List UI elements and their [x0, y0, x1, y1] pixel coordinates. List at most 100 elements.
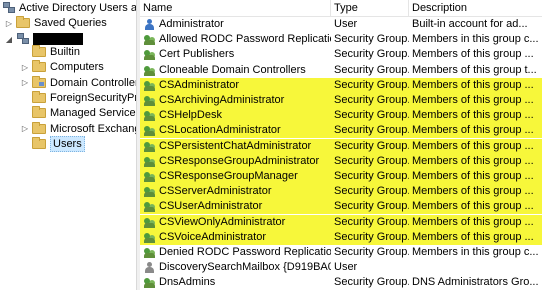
cell-name: CSAdministrator	[159, 78, 240, 91]
tree-item-label: Builtin	[50, 46, 80, 58]
list-header: Name Type Description	[140, 0, 542, 17]
folder-icon	[16, 16, 30, 28]
cell-type: Security Group...	[334, 94, 409, 106]
cell-type: Security Group...	[334, 48, 409, 61]
tree-item-label: Domain Controllers	[50, 76, 136, 89]
cell-name: CSHelpDesk	[159, 109, 222, 122]
list-item[interactable]: CSPersistentChatAdministrator Security Gr…	[140, 138, 542, 154]
group-icon	[144, 186, 156, 198]
tree-item-label: Saved Queries	[34, 17, 107, 29]
list-item[interactable]: CSServerAdministrator Security Group... Me…	[140, 184, 542, 200]
cell-name: Cloneable Domain Controllers	[159, 63, 306, 76]
cell-type: Security Group...	[334, 154, 409, 167]
cell-description: Members of this group ...	[412, 48, 534, 61]
cell-description	[412, 260, 542, 275]
group-icon	[144, 65, 156, 76]
expand-arrow-icon[interactable]: ▷	[20, 62, 30, 72]
expand-arrow-icon[interactable]: ▷	[20, 124, 30, 134]
cell-name: CSPersistentChatAdministrator	[159, 139, 312, 152]
list-item[interactable]: Cloneable Domain Controllers Security Gro…	[140, 63, 542, 78]
column-header-description[interactable]: Description	[409, 0, 542, 16]
list-item[interactable]: DiscoverySearchMailbox {D919BA05-4...Use…	[140, 260, 542, 275]
cell-name: CSLocationAdministrator	[159, 124, 281, 137]
cell-description: Members of this group ...	[412, 124, 534, 137]
cell-name: CSViewOnlyAdministrator	[159, 215, 286, 228]
collapse-arrow-icon[interactable]: ◢	[4, 34, 14, 44]
tree-item-users[interactable]: Users	[20, 135, 85, 152]
cell-name: CSResponseGroupManager	[159, 170, 298, 182]
tree-item-saved-queries[interactable]: ▷ Saved Queries	[4, 15, 107, 31]
cell-name: CSResponseGroupAdministrator	[159, 154, 320, 167]
group-icon	[144, 80, 156, 91]
mailbox-icon	[144, 262, 156, 274]
cell-name: DnsAdmins	[159, 276, 216, 289]
expand-arrow-icon[interactable]: ▷	[4, 18, 14, 28]
cell-type: Security Group...	[334, 124, 409, 137]
tree-item-computers[interactable]: ▷ Computers	[20, 59, 104, 75]
tree-item-foreignsecurityprinc[interactable]: ForeignSecurityPrinc	[20, 90, 136, 106]
folder-icon	[32, 121, 46, 134]
cell-description: Members of this group ...	[412, 139, 534, 152]
column-header-type[interactable]: Type	[331, 0, 409, 16]
cell-description: Members of this group ...	[412, 230, 534, 243]
list-item[interactable]: CSViewOnlyAdministrator Security Group...…	[140, 214, 542, 230]
cell-name: Cert Publishers	[159, 48, 235, 61]
folder-icon	[32, 45, 46, 57]
tree-root[interactable]: Active Directory Users and C	[2, 0, 136, 16]
group-icon	[144, 171, 156, 182]
organizational-unit-icon	[32, 75, 46, 88]
group-icon	[144, 156, 156, 167]
tree-item-microsoft-exchange[interactable]: ▷ Microsoft Exchange	[20, 121, 136, 137]
list-item[interactable]: CSVoiceAdministrator Security Group... Mem…	[140, 229, 542, 245]
group-icon	[144, 217, 156, 228]
folder-icon	[32, 60, 46, 73]
list-item[interactable]: Cert Publishers Security Group... Members …	[140, 47, 542, 62]
tree-item-managed-service-ac[interactable]: Managed Service Ac	[20, 105, 136, 121]
cell-description: Members in this group c...	[412, 246, 539, 258]
tree-item-domain-controllers[interactable]: ▷ Domain Controllers	[20, 75, 136, 91]
cell-description: Members in this group c...	[412, 33, 539, 46]
cell-type: Security Group...	[334, 215, 409, 228]
cell-type: User	[334, 18, 358, 30]
active-directory-icon	[2, 2, 15, 14]
list-item[interactable]: CSResponseGroupManager Security Group... M…	[140, 169, 542, 184]
cell-description: Members of this group ...	[412, 200, 534, 213]
cell-description: Members of this group ...	[412, 94, 534, 106]
cell-description: Members of this group ...	[412, 78, 534, 91]
list-item[interactable]: DnsAdmins Security Group... DNS Administra…	[140, 275, 542, 290]
group-icon	[144, 247, 156, 258]
cell-description: Members of this group ...	[412, 154, 534, 167]
cell-description: Members of this group ...	[412, 109, 534, 122]
group-icon	[144, 141, 156, 152]
cell-type: Security Group...	[334, 78, 409, 91]
cell-name: CSUserAdministrator	[159, 200, 263, 213]
list-item[interactable]: CSAdministrator Security Group... Members …	[140, 77, 542, 93]
group-icon	[144, 34, 156, 46]
expand-arrow-icon[interactable]: ▷	[20, 78, 30, 88]
list-item[interactable]: CSLocationAdministrator Security Group...…	[140, 123, 542, 139]
tree-root-label: Active Directory Users and C	[19, 2, 136, 14]
details-list: Name Type Description Administrator User B…	[140, 0, 542, 290]
cell-name: CSArchivingAdministrator	[159, 94, 285, 106]
list-item[interactable]: Administrator User Built-in account for ad…	[140, 17, 542, 32]
cell-description: DNS Administrators Gro...	[412, 276, 539, 289]
group-icon	[144, 232, 156, 243]
list-item[interactable]: Allowed RODC Password Replication ...Sec…	[140, 32, 542, 47]
list-item[interactable]: CSUserAdministrator Security Group... Memb…	[140, 199, 542, 215]
cell-type: Security Group...	[334, 185, 409, 198]
cell-name: Administrator	[159, 18, 224, 30]
tree-item-builtin[interactable]: Builtin	[20, 44, 80, 60]
folder-icon	[32, 136, 46, 149]
cell-name: CSServerAdministrator	[159, 185, 272, 198]
cell-type: Security Group...	[334, 230, 409, 243]
folder-icon	[32, 90, 46, 103]
list-item[interactable]: CSHelpDesk Security Group... Members of th…	[140, 108, 542, 124]
list-item[interactable]: Denied RODC Password Replication G...Sec…	[140, 245, 542, 260]
list-item[interactable]: CSResponseGroupAdministrator Security Gro…	[140, 153, 542, 169]
cell-type: Security Group...	[334, 246, 409, 258]
column-header-name[interactable]: Name	[140, 0, 331, 16]
list-item[interactable]: CSArchivingAdministrator Security Group..…	[140, 93, 542, 108]
